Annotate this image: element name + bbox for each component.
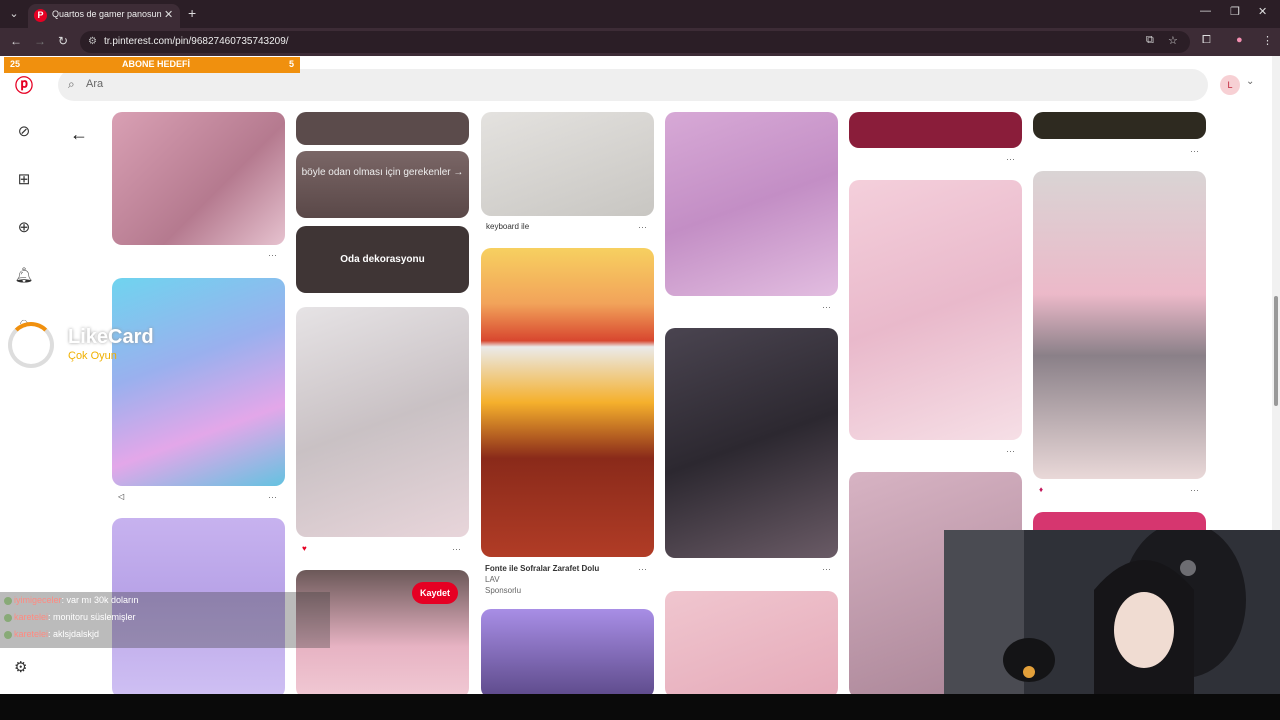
active-tab[interactable]: P Quartos de gamer panosundaki ✕ xyxy=(28,4,180,28)
boards-icon[interactable]: ⊞ xyxy=(14,170,34,190)
restore-icon[interactable]: ❐ xyxy=(1230,5,1240,18)
pin-card[interactable] xyxy=(849,180,1022,440)
create-plus-icon[interactable]: ⊕ xyxy=(14,218,34,238)
scrollbar-thumb[interactable] xyxy=(1274,296,1278,406)
pin-more-icon[interactable]: ··· xyxy=(638,222,647,232)
settings-gear-icon[interactable]: ⚙ xyxy=(14,658,27,676)
forward-icon[interactable]: → xyxy=(34,34,46,48)
back-icon[interactable]: ← xyxy=(10,34,22,48)
browser-tabbar: ⌄ P Quartos de gamer panosundaki ✕ + — ❐… xyxy=(0,0,1280,28)
pin-more-icon[interactable]: ··· xyxy=(1190,485,1199,495)
pin-label: keyboard ile xyxy=(486,222,530,231)
account-chevron-down-icon[interactable]: ⌄ xyxy=(1246,76,1254,87)
avatar[interactable]: L xyxy=(1220,75,1240,95)
pin-reaction-icon: ◁ xyxy=(118,492,125,501)
pin-more-icon[interactable]: ··· xyxy=(1006,446,1015,456)
search-bar[interactable]: ⌕ Ara xyxy=(58,69,1208,101)
pin-card[interactable] xyxy=(112,112,285,245)
address-bar[interactable]: ⚙ tr.pinterest.com/pin/968274607357432​0… xyxy=(80,31,1190,53)
pin-more-icon[interactable]: ··· xyxy=(268,250,277,260)
chat-message: karetelei: monitoru süslemişler xyxy=(4,612,136,622)
browser-menu-icon[interactable]: ⋮ xyxy=(1262,34,1273,47)
webcam-overlay xyxy=(944,530,1280,694)
tab-title: Quartos de gamer panosundaki xyxy=(52,9,162,19)
install-app-icon[interactable]: ⧉ xyxy=(1146,34,1154,47)
sponsor-name: LikeCard xyxy=(68,326,154,348)
site-info-icon[interactable]: ⚙ xyxy=(88,36,97,47)
pin-card[interactable] xyxy=(296,307,469,537)
pin-card[interactable] xyxy=(665,328,838,558)
minimize-icon[interactable]: — xyxy=(1200,5,1211,17)
pin-more-icon[interactable]: ··· xyxy=(822,302,831,312)
explore-compass-icon[interactable]: ⊘ xyxy=(14,122,34,142)
search-input[interactable]: Ara xyxy=(86,78,103,90)
subscriber-goal-bar: 25 ABONE HEDEFİ 5 xyxy=(4,57,300,73)
chat-badge-icon xyxy=(4,613,12,622)
profile-icon[interactable]: ● xyxy=(1236,34,1243,46)
chat-badge-icon xyxy=(4,630,12,639)
pin-more-icon[interactable]: ··· xyxy=(1006,154,1015,164)
pin-sponsored-label: Sponsorlu xyxy=(485,586,522,595)
chat-message: iyimigeceler: var mı 30k doların xyxy=(4,595,139,605)
pin-overlay-text: Oda dekorasyonu xyxy=(340,254,425,265)
pinterest-logo-icon[interactable]: ⓟ xyxy=(14,76,34,96)
save-button[interactable]: Kaydet xyxy=(412,582,458,604)
pin-card[interactable] xyxy=(481,112,654,216)
pin-card[interactable] xyxy=(112,278,285,486)
pin-card[interactable] xyxy=(665,112,838,296)
pin-more-icon[interactable]: ··· xyxy=(1190,146,1199,156)
pin-card[interactable]: böyle odan olması için gerekenler → xyxy=(296,151,469,218)
pin-card[interactable]: Oda dekorasyonu xyxy=(296,226,469,293)
new-tab-icon[interactable]: + xyxy=(188,5,196,21)
pin-overlay-text: böyle odan olması için gerekenler → xyxy=(301,167,464,178)
browser-toolbar: ← → ↻ ⚙ tr.pinterest.com/pin/96827460735… xyxy=(0,28,1280,56)
back-arrow-icon[interactable]: ← xyxy=(70,124,88,145)
pinterest-favicon-icon: P xyxy=(34,9,47,22)
pin-more-icon[interactable]: ··· xyxy=(268,492,277,502)
bookmark-star-icon[interactable]: ☆ xyxy=(1168,34,1178,47)
reload-icon[interactable]: ↻ xyxy=(58,34,68,48)
pin-card[interactable] xyxy=(1033,171,1206,479)
goal-target: 5 xyxy=(288,59,294,69)
chat-badge-icon xyxy=(4,596,12,605)
pin-more-icon[interactable]: ··· xyxy=(452,544,461,554)
pin-card[interactable] xyxy=(481,609,654,694)
webcam-feed-image xyxy=(944,530,1280,694)
sponsor-logo-icon xyxy=(8,322,54,368)
pin-more-icon[interactable]: ··· xyxy=(638,564,647,574)
pin-more-icon[interactable]: ··· xyxy=(822,564,831,574)
search-icon: ⌕ xyxy=(68,77,75,91)
pin-card[interactable] xyxy=(296,112,469,145)
sponsor-overlay: LikeCard Çok Oyun xyxy=(8,322,188,372)
notifications-bell-icon[interactable]: 🔔︎ xyxy=(14,266,34,286)
url-text[interactable]: tr.pinterest.com/pin/968274607357432​09/ xyxy=(104,36,289,47)
pin-title[interactable]: Fonte ile Sofralar Zarafet Dolu xyxy=(485,564,599,573)
pin-advertiser: LAV xyxy=(485,575,500,584)
pin-card[interactable] xyxy=(665,591,838,694)
close-window-icon[interactable]: ✕ xyxy=(1258,5,1267,18)
tab-close-icon[interactable]: ✕ xyxy=(164,8,173,21)
chat-message: karetelei: aklsjdalskjd xyxy=(4,629,99,639)
goal-label: ABONE HEDEFİ xyxy=(122,59,191,69)
pin-heart-icon: ♥ xyxy=(302,544,307,553)
taskbar xyxy=(0,694,1280,720)
goal-current: 25 xyxy=(10,59,21,69)
pin-card[interactable] xyxy=(1033,112,1206,139)
tab-list-icon[interactable]: ⌄ xyxy=(6,6,22,22)
extensions-icon[interactable]: ⧠ xyxy=(1202,34,1211,47)
pin-card[interactable] xyxy=(481,248,654,557)
sponsor-subtitle: Çok Oyun xyxy=(68,350,117,362)
pin-reaction-icon: ♦ xyxy=(1039,485,1044,494)
stream-chat-overlay: iyimigeceler: var mı 30k doların karetel… xyxy=(0,592,330,648)
pin-card[interactable] xyxy=(849,112,1022,148)
